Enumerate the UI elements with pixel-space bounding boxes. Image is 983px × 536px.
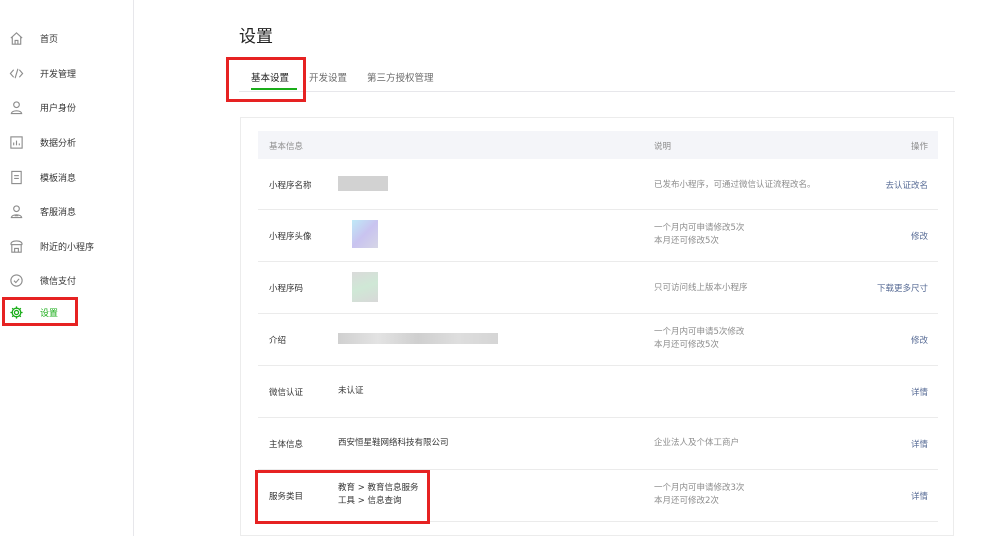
row-desc: 一个月内可申请修改5次 xyxy=(654,223,745,233)
tab-dev-settings[interactable]: 开发设置 xyxy=(309,70,347,84)
header-desc: 说明 xyxy=(654,142,672,152)
nearby-store-icon xyxy=(8,238,24,254)
edit-intro-link[interactable]: 修改 xyxy=(911,334,928,346)
page-title: 设置 xyxy=(239,27,273,47)
table-row-verification: 微信认证 未认证 详情 xyxy=(258,366,938,418)
sidebar-item-label: 首页 xyxy=(40,34,59,45)
edit-avatar-link[interactable]: 修改 xyxy=(911,230,928,242)
tab-third-party-auth[interactable]: 第三方授权管理 xyxy=(367,70,434,84)
highlight-box-category xyxy=(255,470,430,524)
table-row-entity: 主体信息 西安恒星鞋网络科技有限公司 企业法人及个体工商户 详情 xyxy=(258,418,938,470)
verification-status: 未认证 xyxy=(338,386,364,396)
sidebar-item-customer-service[interactable]: 客服消息 xyxy=(0,199,134,223)
table-header: 基本信息 说明 操作 xyxy=(258,131,938,159)
row-desc: 企业法人及个体工商户 xyxy=(654,438,740,448)
table-row-name: 小程序名称 已发布小程序，可通过微信认证流程改名。 去认证改名 xyxy=(258,159,938,210)
row-label: 小程序头像 xyxy=(269,232,312,242)
sidebar-item-data-analysis[interactable]: 数据分析 xyxy=(0,130,134,154)
table-row-avatar: 小程序头像 一个月内可申请修改5次 本月还可修改5次 修改 xyxy=(258,210,938,262)
blurred-name xyxy=(338,176,388,191)
sidebar-item-dev-management[interactable]: 开发管理 xyxy=(0,61,134,85)
row-desc: 一个月内可申请5次修改 xyxy=(654,327,745,337)
header-op: 操作 xyxy=(910,142,928,152)
sidebar: 首页 开发管理 用户身份 数据分析 模板消息 客服消息 附近的小程序 微信支付 … xyxy=(0,0,134,536)
blurred-intro xyxy=(338,333,498,344)
entity-detail-link[interactable]: 详情 xyxy=(911,438,928,450)
user-icon xyxy=(8,99,24,115)
customer-service-icon xyxy=(8,203,24,219)
row-label: 小程序码 xyxy=(269,284,304,294)
verification-detail-link[interactable]: 详情 xyxy=(911,386,928,398)
sidebar-item-label: 开发管理 xyxy=(40,69,77,80)
highlight-box-tab xyxy=(226,57,306,102)
highlight-box-settings xyxy=(2,297,78,326)
sidebar-item-label: 数据分析 xyxy=(40,138,77,149)
home-icon xyxy=(8,30,24,46)
row-label: 微信认证 xyxy=(269,388,304,398)
sidebar-item-user-identity[interactable]: 用户身份 xyxy=(0,95,134,119)
row-label: 介绍 xyxy=(269,336,287,346)
row-desc-2: 本月还可修改5次 xyxy=(654,236,719,246)
message-template-icon xyxy=(8,169,24,185)
tab-bar: 基本设置 开发设置 第三方授权管理 xyxy=(239,66,955,92)
chart-icon xyxy=(8,134,24,150)
sidebar-item-label: 客服消息 xyxy=(40,207,77,218)
sidebar-item-nearby-miniprogram[interactable]: 附近的小程序 xyxy=(0,234,134,258)
sidebar-item-template-message[interactable]: 模板消息 xyxy=(0,165,134,189)
app-root: 首页 开发管理 用户身份 数据分析 模板消息 客服消息 附近的小程序 微信支付 … xyxy=(0,0,983,536)
sidebar-item-label: 用户身份 xyxy=(40,103,77,114)
code-icon xyxy=(8,65,24,81)
payment-icon xyxy=(8,272,24,288)
table-row-intro: 介绍 一个月内可申请5次修改 本月还可修改5次 修改 xyxy=(258,314,938,366)
sidebar-item-label: 微信支付 xyxy=(40,276,77,287)
sidebar-item-home[interactable]: 首页 xyxy=(0,26,134,50)
row-desc: 只可访问线上版本小程序 xyxy=(654,283,748,293)
table-row-qrcode: 小程序码 只可访问线上版本小程序 下载更多尺寸 xyxy=(258,262,938,314)
rename-link[interactable]: 去认证改名 xyxy=(885,179,928,191)
qrcode-image xyxy=(352,272,378,302)
row-desc-2: 本月还可修改2次 xyxy=(654,496,719,506)
row-label: 小程序名称 xyxy=(269,181,312,191)
sidebar-item-label: 附近的小程序 xyxy=(40,242,95,253)
entity-name: 西安恒星鞋网络科技有限公司 xyxy=(338,438,449,448)
row-desc-2: 本月还可修改5次 xyxy=(654,340,719,350)
header-info: 基本信息 xyxy=(269,142,304,152)
avatar-image xyxy=(352,220,378,248)
download-sizes-link[interactable]: 下载更多尺寸 xyxy=(877,282,928,294)
sidebar-item-label: 模板消息 xyxy=(40,173,77,184)
sidebar-item-wechat-pay[interactable]: 微信支付 xyxy=(0,268,134,292)
row-desc: 一个月内可申请修改3次 xyxy=(654,483,745,493)
category-detail-link[interactable]: 详情 xyxy=(911,490,928,502)
row-label: 主体信息 xyxy=(269,440,304,450)
row-desc: 已发布小程序，可通过微信认证流程改名。 xyxy=(654,180,816,190)
